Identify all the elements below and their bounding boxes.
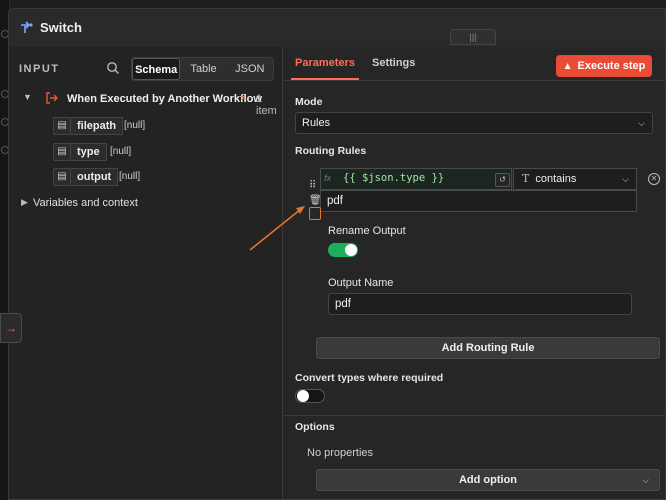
text-type-icon: T: [522, 172, 530, 185]
add-option-label: Add option: [458, 474, 518, 486]
add-routing-rule-button[interactable]: Add Routing Rule: [316, 337, 660, 359]
view-mode-tabs: Schema Table JSON: [131, 57, 274, 81]
rule-operator: contains: [535, 173, 577, 185]
output-name-label: Output Name: [328, 277, 394, 289]
annotation-highlight-box: [309, 207, 321, 220]
node-details-modal: Switch ||| INPUT Schema Table JSON ▼ Whe…: [8, 8, 666, 500]
fx-icon: fx: [324, 173, 332, 183]
mode-value: Rules: [302, 117, 331, 129]
string-type-icon: ▤: [53, 143, 71, 161]
rule-value-input[interactable]: pdf: [320, 190, 637, 212]
chevron-right-icon[interactable]: ▶: [21, 197, 28, 208]
trigger-bolt-icon: ⚡: [239, 92, 247, 104]
remove-condition-icon[interactable]: ✕: [648, 173, 660, 185]
execute-step-label: Execute step: [577, 60, 646, 72]
node-title: Switch: [40, 20, 82, 35]
field-value: [null]: [110, 146, 132, 157]
add-option-button[interactable]: Add option ⌵: [316, 469, 660, 491]
input-panel: INPUT Schema Table JSON ▼ When Executed …: [9, 47, 283, 499]
trash-icon[interactable]: 🗑: [309, 193, 322, 208]
field-value: [null]: [119, 171, 141, 182]
mode-select[interactable]: Rules ⌵: [295, 112, 653, 134]
reset-icon[interactable]: ↺: [495, 173, 510, 187]
variables-context-label: Variables and context: [33, 197, 138, 209]
options-label: Options: [295, 421, 335, 433]
parameters-tabs: Parameters Settings ▲ Execute step: [283, 47, 665, 81]
workflow-trigger-icon: [46, 92, 58, 104]
tab-schema[interactable]: Schema: [132, 58, 181, 80]
title-bar: Switch |||: [9, 9, 665, 47]
input-connector-icon[interactable]: →: [0, 313, 22, 343]
rename-output-toggle[interactable]: [328, 243, 358, 257]
tab-json[interactable]: JSON: [227, 58, 273, 80]
tab-parameters[interactable]: Parameters: [295, 57, 355, 69]
string-type-icon: ▤: [53, 117, 71, 135]
no-properties-text: No properties: [307, 447, 374, 459]
chevron-down-icon: ⌵: [622, 174, 629, 184]
field-name: type: [71, 143, 107, 161]
string-type-icon: ▤: [53, 168, 71, 186]
divider: [283, 415, 665, 416]
parameters-panel: Parameters Settings ▲ Execute step Mode R…: [283, 47, 665, 499]
rule-expression-input[interactable]: fx {{ $json.type }} ↺: [320, 168, 512, 190]
input-node-row[interactable]: ▼ When Executed by Another Workflow ⚡ 1 …: [17, 89, 279, 117]
rule-controls: ⠿ 🗑: [309, 178, 322, 208]
routing-rule: fx {{ $json.type }} ↺ Tcontains ⌵ pdf: [320, 168, 637, 212]
chevron-down-icon[interactable]: ▼: [23, 92, 33, 102]
routing-rules-label: Routing Rules: [295, 145, 367, 157]
field-value: [null]: [124, 120, 146, 131]
convert-types-toggle[interactable]: [295, 389, 325, 403]
field-name: output: [71, 168, 119, 186]
panel-drag-handle[interactable]: |||: [450, 29, 496, 45]
rename-output-label: Rename Output: [328, 225, 406, 237]
rule-operator-select[interactable]: Tcontains ⌵: [513, 168, 637, 190]
search-icon[interactable]: [106, 61, 120, 75]
input-node-name: When Executed by Another Workflow: [67, 93, 262, 105]
chevron-down-icon: ⌵: [642, 475, 649, 485]
rule-expression: {{ $json.type }}: [343, 172, 445, 184]
tab-settings[interactable]: Settings: [372, 57, 415, 69]
switch-node-icon: [21, 21, 33, 33]
mode-label: Mode: [295, 96, 323, 108]
active-tab-underline: [291, 78, 359, 80]
drag-handle-icon[interactable]: ⠿: [309, 178, 319, 193]
flask-icon: ▲: [562, 61, 573, 72]
output-name-input[interactable]: pdf: [328, 293, 632, 315]
convert-types-label: Convert types where required: [295, 372, 444, 384]
field-name: filepath: [71, 117, 124, 135]
input-panel-label: INPUT: [19, 63, 60, 75]
chevron-down-icon: ⌵: [638, 118, 645, 128]
toggle-knob: [297, 390, 309, 402]
tab-table[interactable]: Table: [180, 58, 226, 80]
toggle-knob: [345, 244, 357, 256]
execute-step-button[interactable]: ▲ Execute step: [556, 55, 652, 77]
item-count: 1 item: [256, 93, 277, 117]
